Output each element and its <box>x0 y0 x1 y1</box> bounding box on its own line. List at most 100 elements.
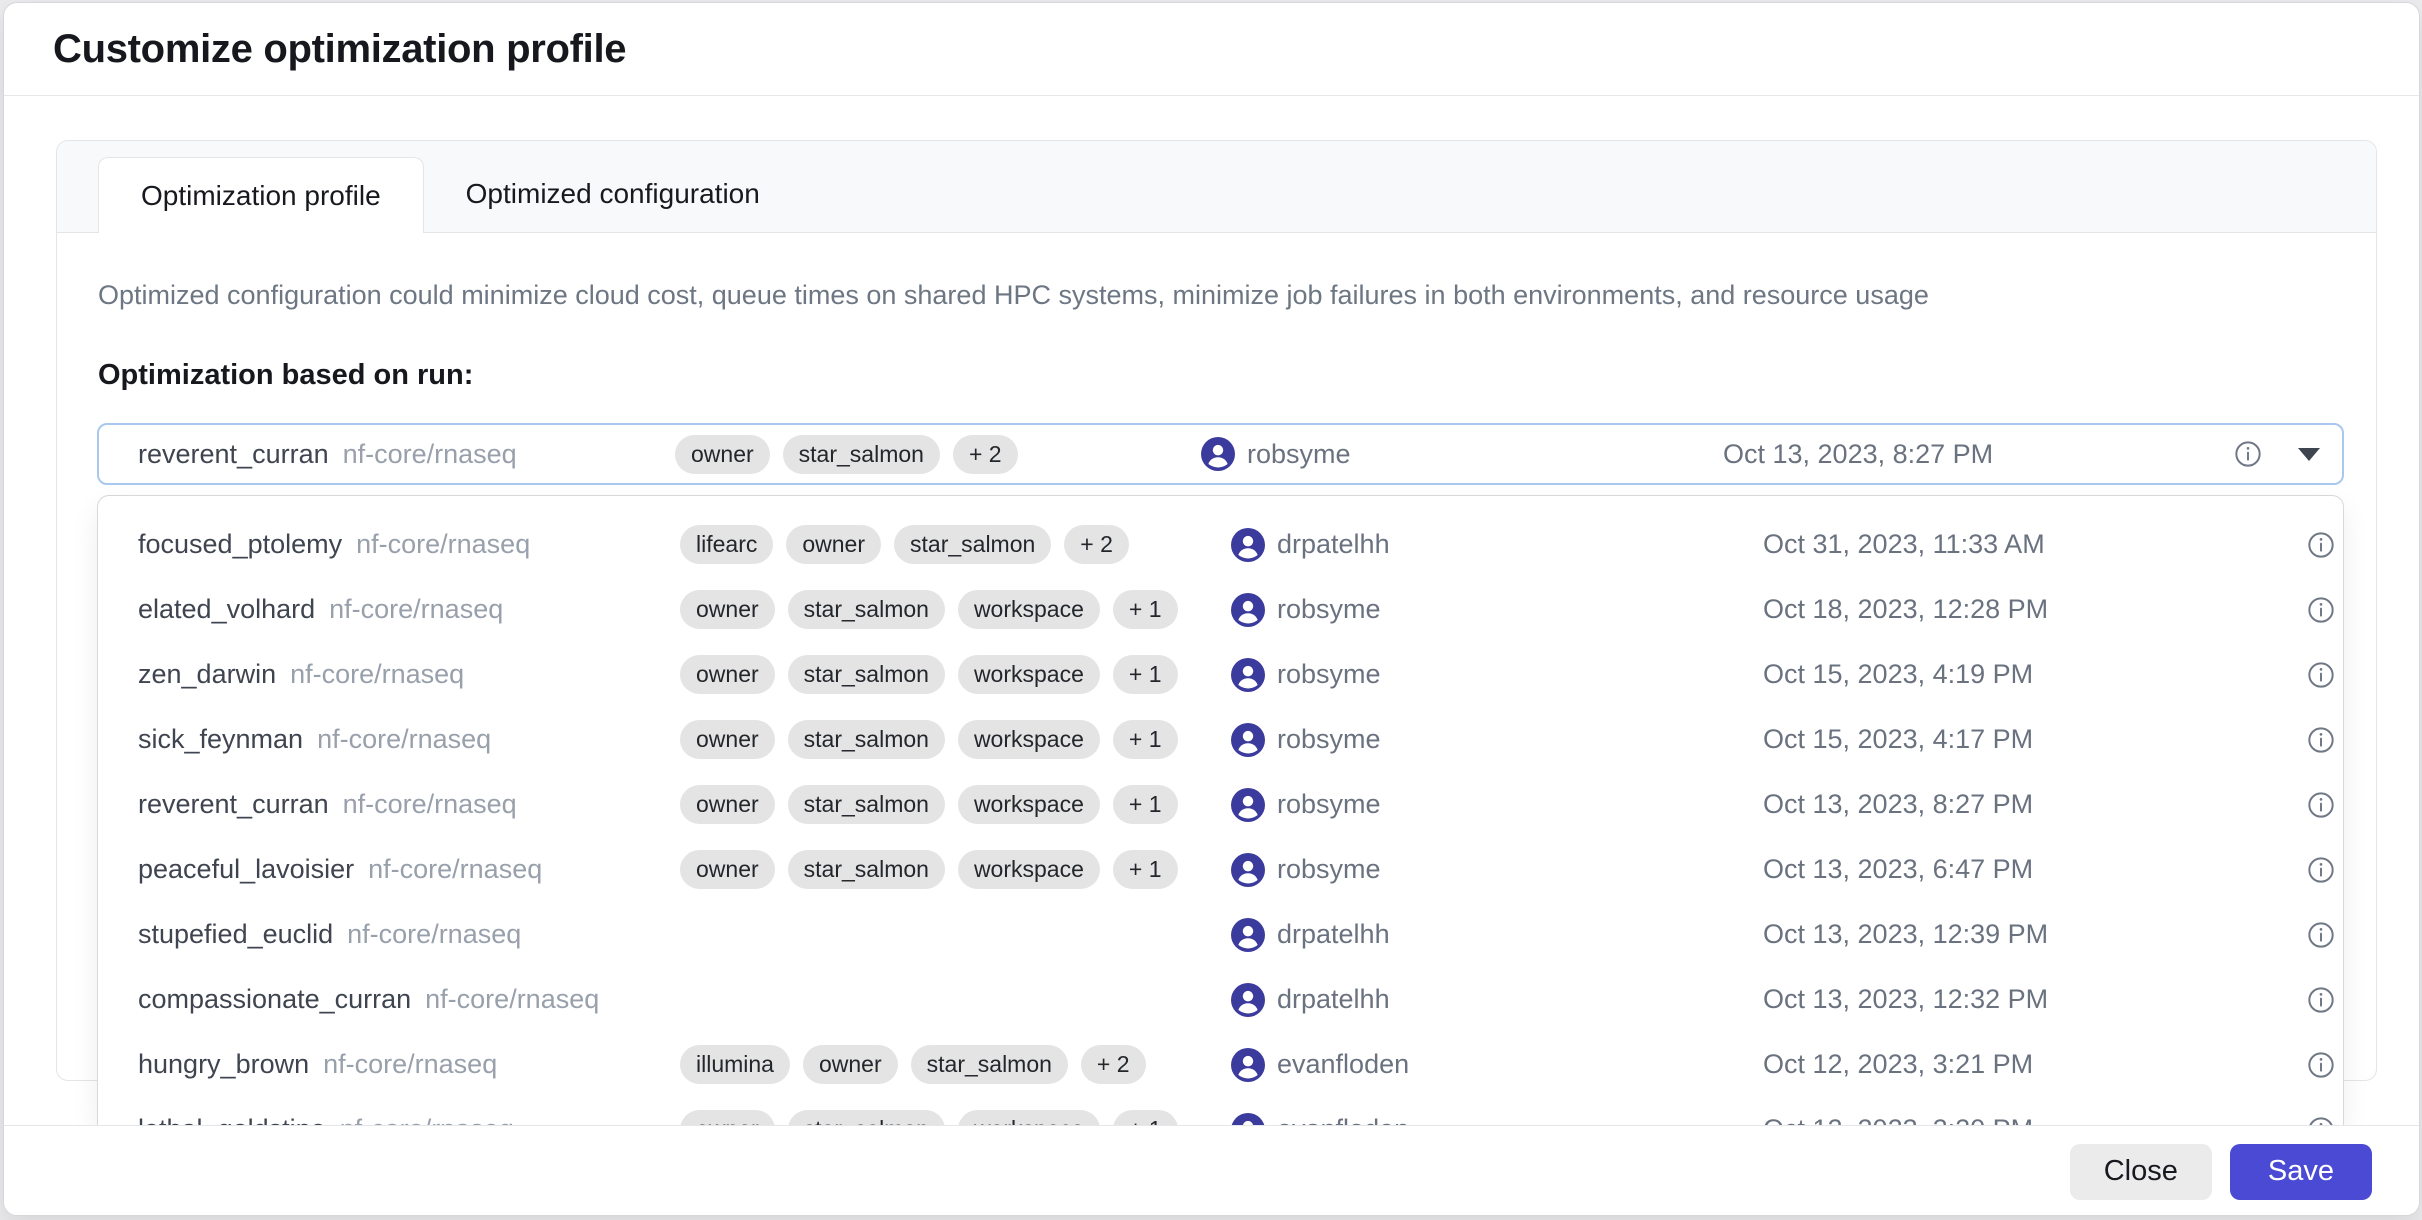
run-pipeline: nf-core/rnaseq <box>317 724 491 755</box>
run-option[interactable]: focused_ptolemy nf-core/rnaseq lifearcow… <box>98 512 2343 577</box>
run-tag: + 2 <box>1064 525 1129 564</box>
run-name: peaceful_lavoisier <box>138 854 354 885</box>
run-tag: + 1 <box>1113 785 1178 824</box>
run-date: Oct 12, 2023, 3:21 PM <box>1763 1049 2301 1080</box>
run-tags: ownerstar_salmonworkspace+ 1 <box>680 1110 1231 1125</box>
run-name: compassionate_curran <box>138 984 411 1015</box>
user-avatar-icon <box>1231 1113 1265 1126</box>
tab-optimization-profile[interactable]: Optimization profile <box>98 157 424 233</box>
info-icon[interactable] <box>2307 856 2335 884</box>
info-icon[interactable] <box>2307 791 2335 819</box>
run-date: Oct 13, 2023, 6:47 PM <box>1763 854 2301 885</box>
user-name: drpatelhh <box>1277 984 1390 1015</box>
run-name: reverent_curran <box>138 789 329 820</box>
info-icon[interactable] <box>2307 531 2335 559</box>
run-tag: star_salmon <box>788 655 945 694</box>
close-button[interactable]: Close <box>2070 1144 2212 1200</box>
run-pipeline: nf-core/rnaseq <box>290 659 464 690</box>
run-picker-label: Optimization based on run: <box>98 359 473 392</box>
run-tag: owner <box>803 1045 898 1084</box>
run-pipeline: nf-core/rnaseq <box>343 789 517 820</box>
run-name: focused_ptolemy <box>138 529 342 560</box>
run-pipeline: nf-core/rnaseq <box>368 854 542 885</box>
run-date: Oct 15, 2023, 4:19 PM <box>1763 659 2301 690</box>
user-name: robsyme <box>1277 789 1381 820</box>
user-avatar-icon <box>1231 788 1265 822</box>
run-tags: ownerstar_salmonworkspace+ 1 <box>680 720 1231 759</box>
user-avatar-icon <box>1231 983 1265 1017</box>
run-option[interactable]: stupefied_euclid nf-core/rnaseq drpatelh… <box>98 902 2343 967</box>
user-avatar-icon <box>1201 437 1235 471</box>
info-icon[interactable] <box>2307 596 2335 624</box>
info-icon[interactable] <box>2234 440 2262 468</box>
run-select[interactable]: reverent_curran nf-core/rnaseq ownerstar… <box>97 423 2344 485</box>
caret-down-icon[interactable] <box>2298 448 2320 461</box>
run-pipeline: nf-core/rnaseq <box>329 594 503 625</box>
run-tag: star_salmon <box>788 720 945 759</box>
selected-run-tags: ownerstar_salmon+ 2 <box>675 435 1201 474</box>
run-tag: star_salmon <box>911 1045 1068 1084</box>
user-name: drpatelhh <box>1277 919 1390 950</box>
run-date: Oct 13, 2023, 12:32 PM <box>1763 984 2301 1015</box>
run-option[interactable]: sick_feynman nf-core/rnaseq ownerstar_sa… <box>98 707 2343 772</box>
run-tag: workspace <box>958 785 1100 824</box>
tab-label: Optimization profile <box>141 180 381 212</box>
user-avatar-icon <box>1231 853 1265 887</box>
run-option[interactable]: peaceful_lavoisier nf-core/rnaseq owners… <box>98 837 2343 902</box>
run-tag: + 1 <box>1113 590 1178 629</box>
run-tag: workspace <box>958 655 1100 694</box>
info-icon[interactable] <box>2307 1051 2335 1079</box>
run-name: zen_darwin <box>138 659 276 690</box>
run-tag: owner <box>680 720 775 759</box>
user-avatar-icon <box>1231 723 1265 757</box>
run-tag: workspace <box>958 590 1100 629</box>
run-name: hungry_brown <box>138 1049 309 1080</box>
user-avatar-icon <box>1231 1048 1265 1082</box>
run-tags: ownerstar_salmonworkspace+ 1 <box>680 850 1231 889</box>
dialog-footer: Close Save <box>4 1125 2419 1216</box>
user-avatar-icon <box>1231 658 1265 692</box>
customize-optimization-profile-dialog: Customize optimization profile Optimizat… <box>3 2 2420 1216</box>
info-icon[interactable] <box>2307 661 2335 689</box>
save-button[interactable]: Save <box>2230 1144 2372 1200</box>
run-tag: workspace <box>958 850 1100 889</box>
run-tag: + 1 <box>1113 1110 1178 1125</box>
user-name: robsyme <box>1277 659 1381 690</box>
user-name: robsyme <box>1277 854 1381 885</box>
info-icon[interactable] <box>2307 986 2335 1014</box>
tab-bar: Optimization profile Optimized configura… <box>57 141 2376 233</box>
run-name: elated_volhard <box>138 594 315 625</box>
run-date: Oct 31, 2023, 11:33 AM <box>1763 529 2301 560</box>
run-tag: workspace <box>958 720 1100 759</box>
run-tag: + 2 <box>1081 1045 1146 1084</box>
info-icon[interactable] <box>2307 1116 2335 1126</box>
tab-optimized-configuration[interactable]: Optimized configuration <box>424 156 802 232</box>
run-option[interactable]: compassionate_curran nf-core/rnaseq drpa… <box>98 967 2343 1032</box>
run-option[interactable]: elated_volhard nf-core/rnaseq owner star_… <box>98 577 2343 642</box>
selected-run-user: robsyme <box>1247 439 1351 470</box>
run-option[interactable]: zen_darwin nf-core/rnaseq ownerstar_salm… <box>98 642 2343 707</box>
run-date: Oct 18, 2023, 12:28 PM <box>1763 594 2301 625</box>
run-pipeline: nf-core/rnaseq <box>340 1114 514 1125</box>
run-option[interactable]: hungry_brown nf-core/rnaseq illuminaowne… <box>98 1032 2343 1097</box>
run-dropdown-list: focused_ptolemy nf-core/rnaseq lifearcow… <box>97 495 2344 1125</box>
run-name: lethal_goldstine <box>138 1114 326 1125</box>
tab-label: Optimized configuration <box>466 178 760 210</box>
run-tag: star_salmon <box>788 590 945 629</box>
run-tag: + 1 <box>1113 850 1178 889</box>
dialog-title: Customize optimization profile <box>53 27 626 72</box>
info-icon[interactable] <box>2307 921 2335 949</box>
run-option[interactable]: reverent_curran nf-core/rnaseq ownerstar… <box>98 772 2343 837</box>
info-icon[interactable] <box>2307 726 2335 754</box>
run-option[interactable]: lethal_goldstine nf-core/rnaseq ownersta… <box>98 1097 2343 1125</box>
run-tag: owner <box>680 1110 775 1125</box>
selected-run-name: reverent_curran <box>138 439 329 470</box>
run-pipeline: nf-core/rnaseq <box>323 1049 497 1080</box>
run-date: Oct 12, 2023, 2:20 PM <box>1763 1114 2301 1125</box>
run-tags: lifearcownerstar_salmon+ 2 <box>680 525 1231 564</box>
run-date: Oct 15, 2023, 4:17 PM <box>1763 724 2301 755</box>
run-date: Oct 13, 2023, 8:27 PM <box>1763 789 2301 820</box>
run-pipeline: nf-core/rnaseq <box>356 529 530 560</box>
run-tag: owner <box>680 590 775 629</box>
run-tag: owner <box>680 850 775 889</box>
